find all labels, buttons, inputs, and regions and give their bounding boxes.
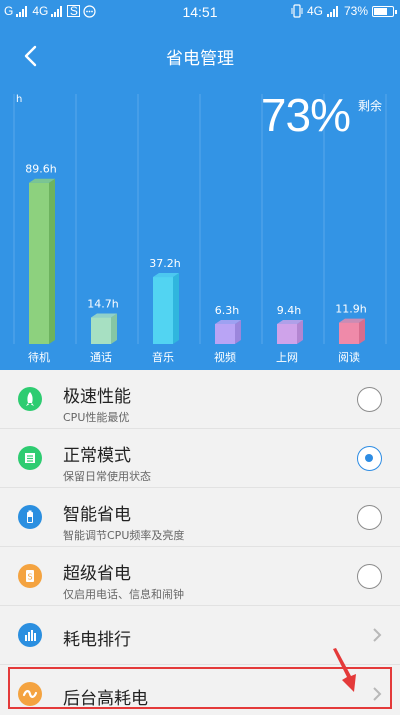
super-saver-icon: S xyxy=(18,564,42,588)
annotation-arrow-icon xyxy=(333,648,356,692)
signal-icon-right xyxy=(326,5,338,17)
link-name: 耗电排行 xyxy=(63,630,131,650)
bar-side-1 xyxy=(111,313,117,344)
remaining-percent: 73% xyxy=(260,89,351,141)
bar-5 xyxy=(339,322,359,344)
bar-value-label: 9.4h xyxy=(277,304,301,317)
bar-side-2 xyxy=(173,273,179,344)
mode-desc: 仅启用电话、信息和闹钟 xyxy=(63,588,184,601)
bar-1 xyxy=(91,317,111,344)
mode-row-super[interactable]: S 超级省电 仅启用电话、信息和闹钟 xyxy=(0,547,400,606)
page-title: 省电管理 xyxy=(166,49,234,69)
battery-fill xyxy=(374,7,388,15)
category-label: 阅读 xyxy=(338,350,360,364)
battery-icon xyxy=(372,5,397,17)
bar-side-5 xyxy=(359,318,365,344)
mode-name: 超级省电 xyxy=(63,564,131,584)
vibrate-icon xyxy=(291,4,303,18)
bar-value-label: 11.9h xyxy=(335,303,366,316)
category-label: 通话 xyxy=(90,351,112,364)
mode-desc: CPU性能最优 xyxy=(63,411,130,424)
ranking-icon xyxy=(18,623,42,647)
bar-value-label: 37.2h xyxy=(149,257,180,270)
mode-name: 智能省电 xyxy=(63,505,131,525)
mode-radio-performance[interactable] xyxy=(357,387,382,412)
mode-radio-smart[interactable] xyxy=(357,505,382,530)
mode-row-performance[interactable]: 极速性能 CPU性能最优 xyxy=(0,370,400,429)
bar-value-label: 6.3h xyxy=(215,304,239,317)
remaining-label: 剩余 xyxy=(357,99,382,113)
bar-value-label: 89.6h xyxy=(25,163,56,176)
y-axis-label: h xyxy=(16,94,22,105)
app-header: 省电管理 xyxy=(0,28,400,84)
rocket-icon xyxy=(18,387,42,411)
mode-desc: 保留日常使用状态 xyxy=(63,470,151,483)
status-bar: G 4G S 14:51 4G 73% xyxy=(0,0,400,24)
mode-radio-normal[interactable] xyxy=(357,446,382,471)
chevron-right-icon xyxy=(373,628,382,642)
category-label: 视频 xyxy=(214,350,236,364)
battery-percent: 73% xyxy=(343,4,368,18)
network-label-right: 4G xyxy=(306,4,323,18)
mode-desc: 智能调节CPU频率及亮度 xyxy=(63,529,185,542)
list-icon xyxy=(18,446,42,470)
mode-name: 极速性能 xyxy=(63,387,131,407)
mode-name: 正常模式 xyxy=(63,446,131,466)
battery-icon xyxy=(18,505,42,529)
bar-3 xyxy=(215,324,235,344)
bar-0 xyxy=(29,182,49,344)
bar-2 xyxy=(153,277,173,344)
bar-side-3 xyxy=(235,320,241,344)
mode-radio-super[interactable] xyxy=(357,564,382,589)
category-label: 待机 xyxy=(28,350,50,364)
bar-4 xyxy=(277,324,297,344)
svg-text:S: S xyxy=(27,573,32,582)
bar-value-label: 14.7h xyxy=(87,298,118,311)
bar-side-0 xyxy=(49,178,55,344)
bar-side-4 xyxy=(297,320,303,344)
category-label: 音乐 xyxy=(152,350,174,364)
mode-row-smart[interactable]: 智能省电 智能调节CPU频率及亮度 xyxy=(0,488,400,547)
category-label: 上网 xyxy=(276,351,298,364)
mode-row-normal[interactable]: 正常模式 保留日常使用状态 xyxy=(0,429,400,488)
